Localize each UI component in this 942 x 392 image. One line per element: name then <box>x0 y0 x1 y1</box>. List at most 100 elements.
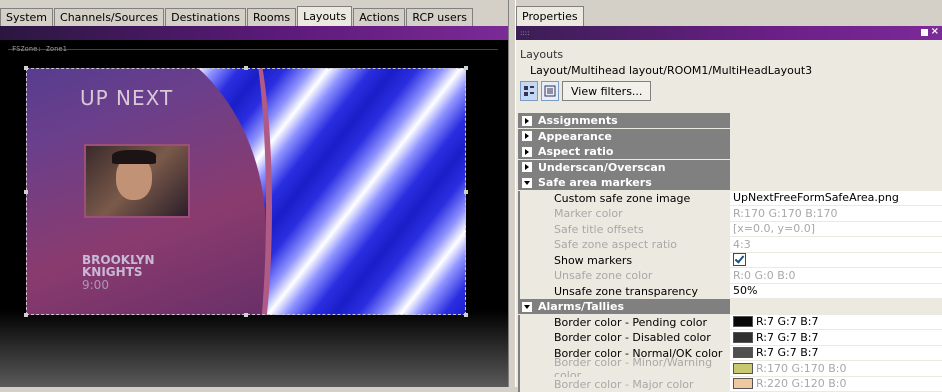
tab-channels-sources[interactable]: Channels/Sources <box>54 8 164 26</box>
canvas-gradient <box>0 310 508 387</box>
tab-properties[interactable]: Properties <box>516 6 584 26</box>
property-name: Border color - Pending color <box>518 315 730 331</box>
view-filters-button[interactable]: View filters... <box>562 81 651 101</box>
category-row[interactable]: Aspect ratio <box>518 144 942 160</box>
property-row[interactable]: Border color - Major color R:220 G:120 B:… <box>518 377 942 392</box>
property-row[interactable]: Marker colorR:170 G:170 B:170 <box>518 206 942 222</box>
category-row[interactable]: Alarms/Tallies <box>518 299 942 315</box>
categorized-icon <box>523 85 535 97</box>
grip-icon[interactable]: :::: <box>520 29 529 37</box>
color-swatch <box>733 347 753 358</box>
color-swatch <box>733 316 753 327</box>
property-row[interactable]: Unsafe zone transparency50% <box>518 284 942 300</box>
close-icon[interactable]: × <box>931 26 939 37</box>
resize-handle-r[interactable] <box>464 190 468 194</box>
collapse-icon[interactable] <box>522 302 532 312</box>
color-value: R:7 G:7 B:7 <box>756 346 818 359</box>
resize-handle-tr[interactable] <box>464 66 468 70</box>
property-value: R:170 G:170 B:0 <box>730 361 942 377</box>
section-title: Layouts <box>520 48 563 61</box>
layout-path: Layout/Multihead layout/ROOM1/MultiHeadL… <box>530 64 812 77</box>
resize-handle-b[interactable] <box>244 313 248 317</box>
resize-handle-bl[interactable] <box>24 313 28 317</box>
color-value: R:7 G:7 B:7 <box>756 331 818 344</box>
property-value[interactable]: R:7 G:7 B:7 <box>730 315 942 331</box>
category-aspect-ratio: Aspect ratio <box>538 145 613 158</box>
property-value: 4:3 <box>730 237 942 253</box>
category-row[interactable]: Safe area markers <box>518 175 942 191</box>
category-row[interactable]: Appearance <box>518 129 942 145</box>
tab-actions[interactable]: Actions <box>353 8 405 26</box>
property-row[interactable]: Unsafe zone colorR:0 G:0 B:0 <box>518 268 942 284</box>
expand-icon[interactable] <box>522 131 532 141</box>
editor-title-bar <box>0 26 508 40</box>
property-row[interactable]: Border color - Minor/Warning color R:170 … <box>518 361 942 377</box>
category-alarms-tallies: Alarms/Tallies <box>538 300 624 313</box>
property-value: [x=0.0, y=0.0] <box>730 222 942 238</box>
tab-rooms[interactable]: Rooms <box>247 8 296 26</box>
category-underscan-overscan: Underscan/Overscan <box>538 161 666 174</box>
expand-icon[interactable] <box>522 147 532 157</box>
category-safe-area-markers: Safe area markers <box>538 176 652 189</box>
expand-icon[interactable] <box>522 116 532 126</box>
alphabetical-view-button[interactable] <box>541 81 559 101</box>
property-value[interactable]: R:7 G:7 B:7 <box>730 330 942 346</box>
property-value: R:0 G:0 B:0 <box>730 268 942 284</box>
resize-handle-l[interactable] <box>24 190 28 194</box>
show-markers-checkbox[interactable] <box>733 253 746 266</box>
property-name: Unsafe zone color <box>518 268 730 284</box>
properties-panel: Layouts Layout/Multihead layout/ROOM1/Mu… <box>516 40 942 387</box>
tab-rcp-users[interactable]: RCP users <box>406 8 473 26</box>
property-grid: Assignments Appearance Aspect ratio Unde… <box>518 113 942 392</box>
resize-handle-t[interactable] <box>244 66 248 70</box>
property-name: Custom safe zone image <box>518 191 730 207</box>
property-value[interactable]: 50% <box>730 284 942 300</box>
tab-destinations[interactable]: Destinations <box>165 8 246 26</box>
properties-toolbar: View filters... <box>520 81 651 103</box>
property-name: Marker color <box>518 206 730 222</box>
property-name: Safe title offsets <box>518 222 730 238</box>
property-row[interactable]: Custom safe zone imageUpNextFreeFormSafe… <box>518 191 942 207</box>
color-value: R:170 G:170 B:0 <box>756 362 846 375</box>
color-value: R:7 G:7 B:7 <box>756 315 818 328</box>
zone-outline <box>8 49 498 50</box>
property-name: Border color - Major color <box>518 377 730 392</box>
category-row[interactable]: Underscan/Overscan <box>518 160 942 176</box>
color-value: R:220 G:120 B:0 <box>756 377 846 390</box>
expand-icon[interactable] <box>522 162 532 172</box>
tab-layouts[interactable]: Layouts <box>297 6 352 26</box>
property-row[interactable]: Border color - Pending color R:7 G:7 B:7 <box>518 315 942 331</box>
property-name: Unsafe zone transparency <box>518 284 730 300</box>
property-value[interactable]: UpNextFreeFormSafeArea.png <box>730 191 942 207</box>
property-row[interactable]: Safe title offsets[x=0.0, y=0.0] <box>518 222 942 238</box>
pin-icon[interactable] <box>921 29 928 36</box>
main-tab-bar: System Channels/Sources Destinations Roo… <box>0 6 474 26</box>
resize-handle-tl[interactable] <box>24 66 28 70</box>
property-row[interactable]: Show markers <box>518 253 942 269</box>
properties-pane: Properties :::: × Layouts Layout/Multihe… <box>516 0 942 387</box>
tab-system[interactable]: System <box>0 8 53 26</box>
collapse-icon[interactable] <box>522 178 532 188</box>
resize-handle-br[interactable] <box>464 313 468 317</box>
color-swatch <box>733 378 753 389</box>
category-row[interactable]: Assignments <box>518 113 942 129</box>
category-assignments: Assignments <box>538 114 618 127</box>
color-swatch <box>733 332 753 343</box>
property-value: R:220 G:120 B:0 <box>730 377 942 392</box>
pane-splitter[interactable] <box>508 0 516 387</box>
property-name: Border color - Disabled color <box>518 330 730 346</box>
property-value[interactable] <box>730 253 942 269</box>
property-row[interactable]: Safe zone aspect ratio4:3 <box>518 237 942 253</box>
color-swatch <box>733 363 753 374</box>
property-row[interactable]: Border color - Disabled color R:7 G:7 B:7 <box>518 330 942 346</box>
layout-editor-pane: System Channels/Sources Destinations Roo… <box>0 0 508 387</box>
layout-canvas[interactable]: FSZone: Zone1 UP NEXT BROOKLYN KNIGHTS 9… <box>0 40 508 387</box>
selection-outline <box>26 68 466 315</box>
property-value[interactable]: R:7 G:7 B:7 <box>730 346 942 362</box>
categorized-view-button[interactable] <box>520 81 538 101</box>
property-name: Show markers <box>518 253 730 269</box>
properties-title-bar: :::: × <box>516 26 942 40</box>
property-name: Border color - Minor/Warning color <box>518 361 730 377</box>
property-name: Safe zone aspect ratio <box>518 237 730 253</box>
zone-label: FSZone: Zone1 <box>12 45 67 53</box>
